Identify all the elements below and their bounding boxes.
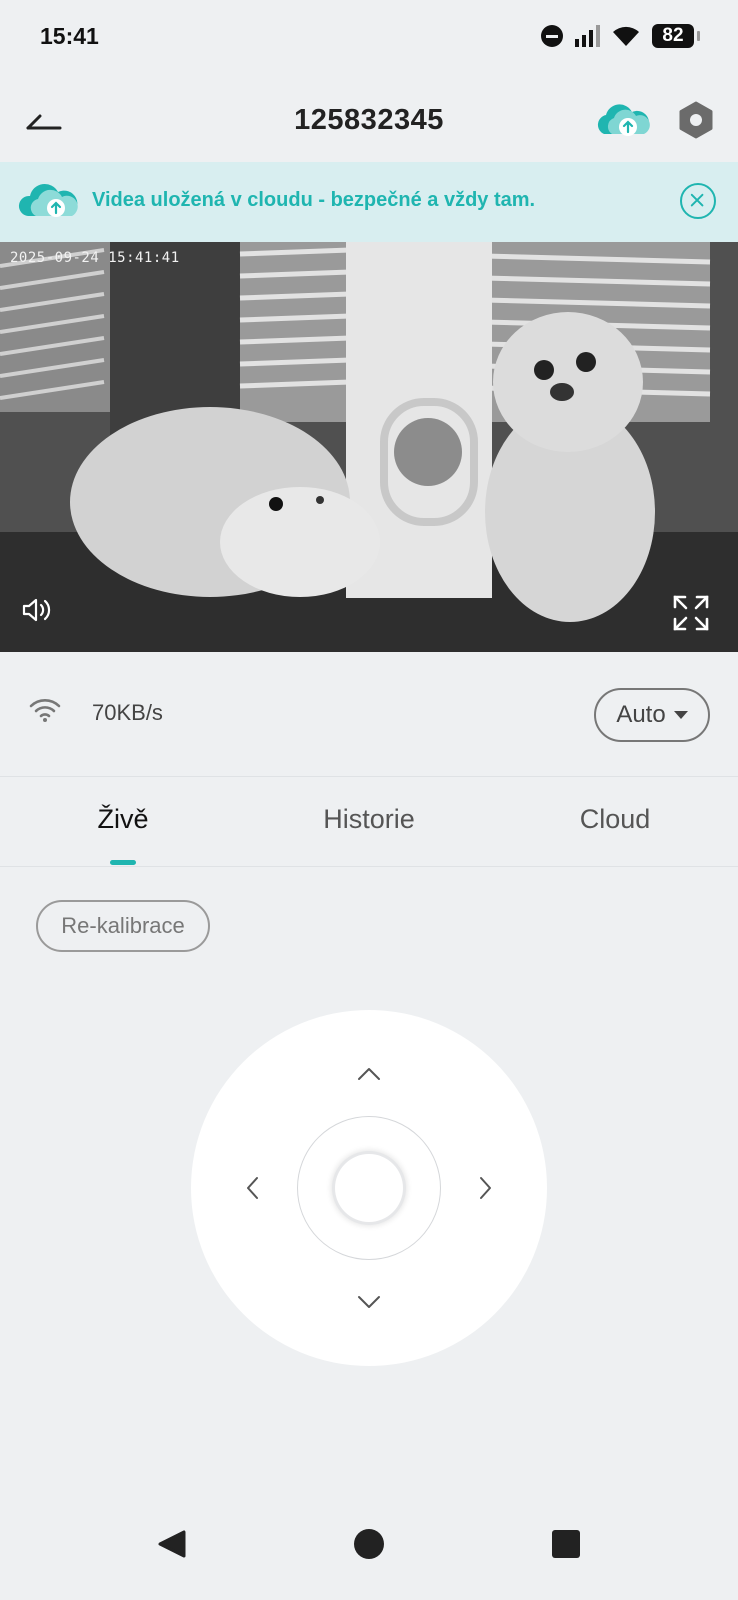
arrow-right-icon[interactable]: [469, 1172, 501, 1204]
status-bar: 15:41 82: [0, 0, 738, 72]
arrow-left-icon[interactable]: [237, 1172, 269, 1204]
active-tab-indicator: [110, 860, 136, 865]
banner-text: Videa uložená v cloudu - bezpečné a vždy…: [92, 189, 536, 211]
cloud-promo-banner[interactable]: Videa uložená v cloudu - bezpečné a vždy…: [0, 162, 738, 242]
caret-down-icon: [673, 711, 688, 719]
tab-history[interactable]: Historie: [246, 778, 492, 864]
tab-label: Živě: [97, 804, 149, 834]
cloud-upload-icon[interactable]: [592, 100, 652, 140]
fullscreen-icon[interactable]: [672, 594, 710, 632]
cloud-upload-icon: [18, 183, 78, 217]
system-nav-bar: [0, 1500, 738, 1600]
tab-label: Cloud: [579, 804, 651, 834]
nav-home-icon[interactable]: [353, 1528, 385, 1560]
recalibrate-button[interactable]: Re-kalibrace: [36, 900, 210, 952]
tab-label: Historie: [323, 804, 415, 834]
signal-icon: [575, 25, 600, 47]
wifi-icon: [29, 699, 61, 722]
quality-value: Auto: [616, 701, 666, 728]
divider: [0, 866, 738, 867]
app-header: 125832345: [0, 86, 738, 154]
quality-dropdown[interactable]: Auto: [594, 688, 710, 742]
live-video-feed[interactable]: 2025-09-24 15:41:41: [0, 242, 738, 652]
battery-icon: 82: [652, 24, 700, 48]
dpad-center-button[interactable]: [335, 1154, 403, 1222]
do-not-disturb-icon: [541, 25, 563, 47]
hexagon-settings-icon[interactable]: [676, 100, 716, 140]
stream-info-row: 70KB/s Auto: [0, 652, 738, 774]
ptz-control-pad: [191, 1010, 547, 1366]
status-time: 15:41: [40, 22, 99, 49]
recalibrate-label: Re-kalibrace: [61, 913, 185, 938]
back-arrow-icon[interactable]: [22, 102, 66, 138]
close-circle-icon[interactable]: [680, 183, 716, 219]
video-timestamp: 2025-09-24 15:41:41: [10, 250, 180, 266]
arrow-down-icon[interactable]: [353, 1286, 385, 1318]
nav-recents-icon[interactable]: [551, 1529, 581, 1559]
page-title: 125832345: [294, 103, 444, 136]
status-icons: 82: [541, 24, 700, 48]
speaker-icon[interactable]: [20, 594, 52, 626]
divider: [0, 776, 738, 777]
wifi-status-icon: [613, 26, 639, 46]
camera-scene-image: [0, 242, 738, 652]
tab-live[interactable]: Živě: [0, 778, 246, 864]
arrow-up-icon[interactable]: [353, 1058, 385, 1090]
tab-bar: Živě Historie Cloud: [0, 778, 738, 864]
nav-back-icon[interactable]: [156, 1528, 188, 1560]
tab-cloud[interactable]: Cloud: [492, 778, 738, 864]
stream-speed: 70KB/s: [92, 700, 163, 725]
